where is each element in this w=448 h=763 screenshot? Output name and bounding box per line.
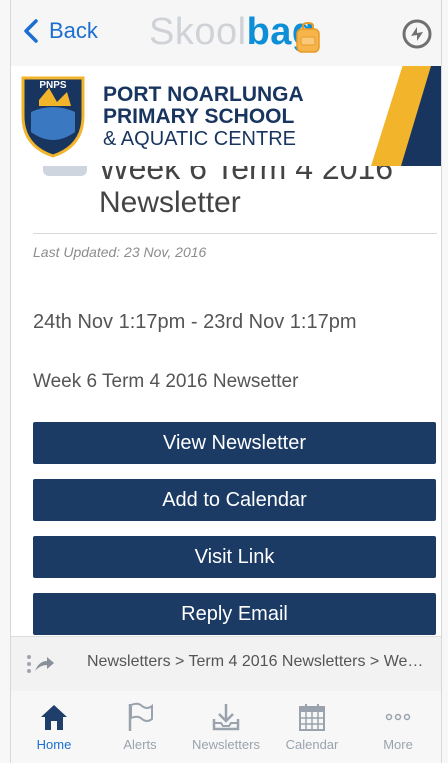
more-dots-icon	[385, 713, 411, 721]
page-title: Newsletter	[99, 186, 241, 219]
tab-home[interactable]: Home	[11, 691, 97, 763]
home-icon	[41, 705, 67, 730]
bottom-tab-bar: Home Alerts Newsletters Calendar More	[11, 691, 441, 763]
schoolbag-icon	[296, 22, 320, 53]
title-divider	[33, 233, 437, 234]
sync-icon[interactable]	[401, 18, 433, 50]
tab-newsletters-label: Newsletters	[192, 737, 260, 752]
school-name-line2: PRIMARY SCHOOL	[103, 105, 295, 128]
download-tray-icon	[212, 704, 240, 731]
tab-calendar[interactable]: Calendar	[269, 691, 355, 763]
back-button[interactable]: Back	[23, 18, 98, 44]
tab-newsletters[interactable]: Newsletters	[183, 691, 269, 763]
tab-more[interactable]: More	[355, 691, 441, 763]
app-logo: Skoolbag	[149, 10, 316, 54]
back-label: Back	[49, 18, 98, 43]
crest-label: PNPS	[39, 80, 67, 91]
school-name: PORT NOARLUNGA PRIMARY SCHOOL	[103, 84, 304, 128]
top-nav-bar: Back Skoolbag	[11, 0, 441, 68]
view-newsletter-button[interactable]: View Newsletter	[33, 422, 436, 464]
newsletter-icon	[43, 166, 87, 176]
flag-icon	[128, 702, 153, 731]
reply-email-button[interactable]: Reply Email	[33, 593, 436, 635]
breadcrumb-bar[interactable]: Newsletters > Term 4 2016 Newsletters > …	[11, 636, 441, 692]
date-range: 24th Nov 1:17pm - 23rd Nov 1:17pm	[33, 311, 357, 333]
school-name-line1: PORT NOARLUNGA	[103, 83, 304, 106]
visit-link-button[interactable]: Visit Link	[33, 536, 436, 578]
school-name-line3: & AQUATIC CENTRE	[103, 128, 296, 150]
logo-text-part1: Skool	[149, 11, 247, 53]
tab-calendar-label: Calendar	[285, 737, 339, 752]
title-scrolled-line: Week 6 Term 4 2016	[99, 166, 394, 186]
summary-text: Week 6 Term 4 2016 Newsetter	[33, 371, 299, 392]
newsletter-detail: Week 6 Term 4 2016 Newsletter Last Updat…	[11, 166, 441, 636]
add-to-calendar-button[interactable]: Add to Calendar	[33, 479, 436, 521]
school-banner: PNPS PORT NOARLUNGA PRIMARY SCHOOL & AQU…	[11, 66, 441, 166]
breadcrumb[interactable]: Newsletters > Term 4 2016 Newsletters > …	[87, 653, 423, 671]
app-frame: Back Skoolbag PNPS PORT NOARLUNGA PRIMAR…	[10, 0, 442, 763]
last-updated: Last Updated: 23 Nov, 2016	[33, 244, 207, 260]
calendar-icon	[299, 704, 325, 731]
tab-alerts[interactable]: Alerts	[97, 691, 183, 763]
tab-home-label: Home	[36, 737, 72, 752]
tab-more-label: More	[383, 737, 413, 752]
breadcrumb-share-icon	[27, 655, 54, 673]
school-crest-icon: PNPS	[21, 76, 85, 158]
tab-alerts-label: Alerts	[123, 737, 157, 752]
chevron-left-icon	[24, 19, 38, 43]
